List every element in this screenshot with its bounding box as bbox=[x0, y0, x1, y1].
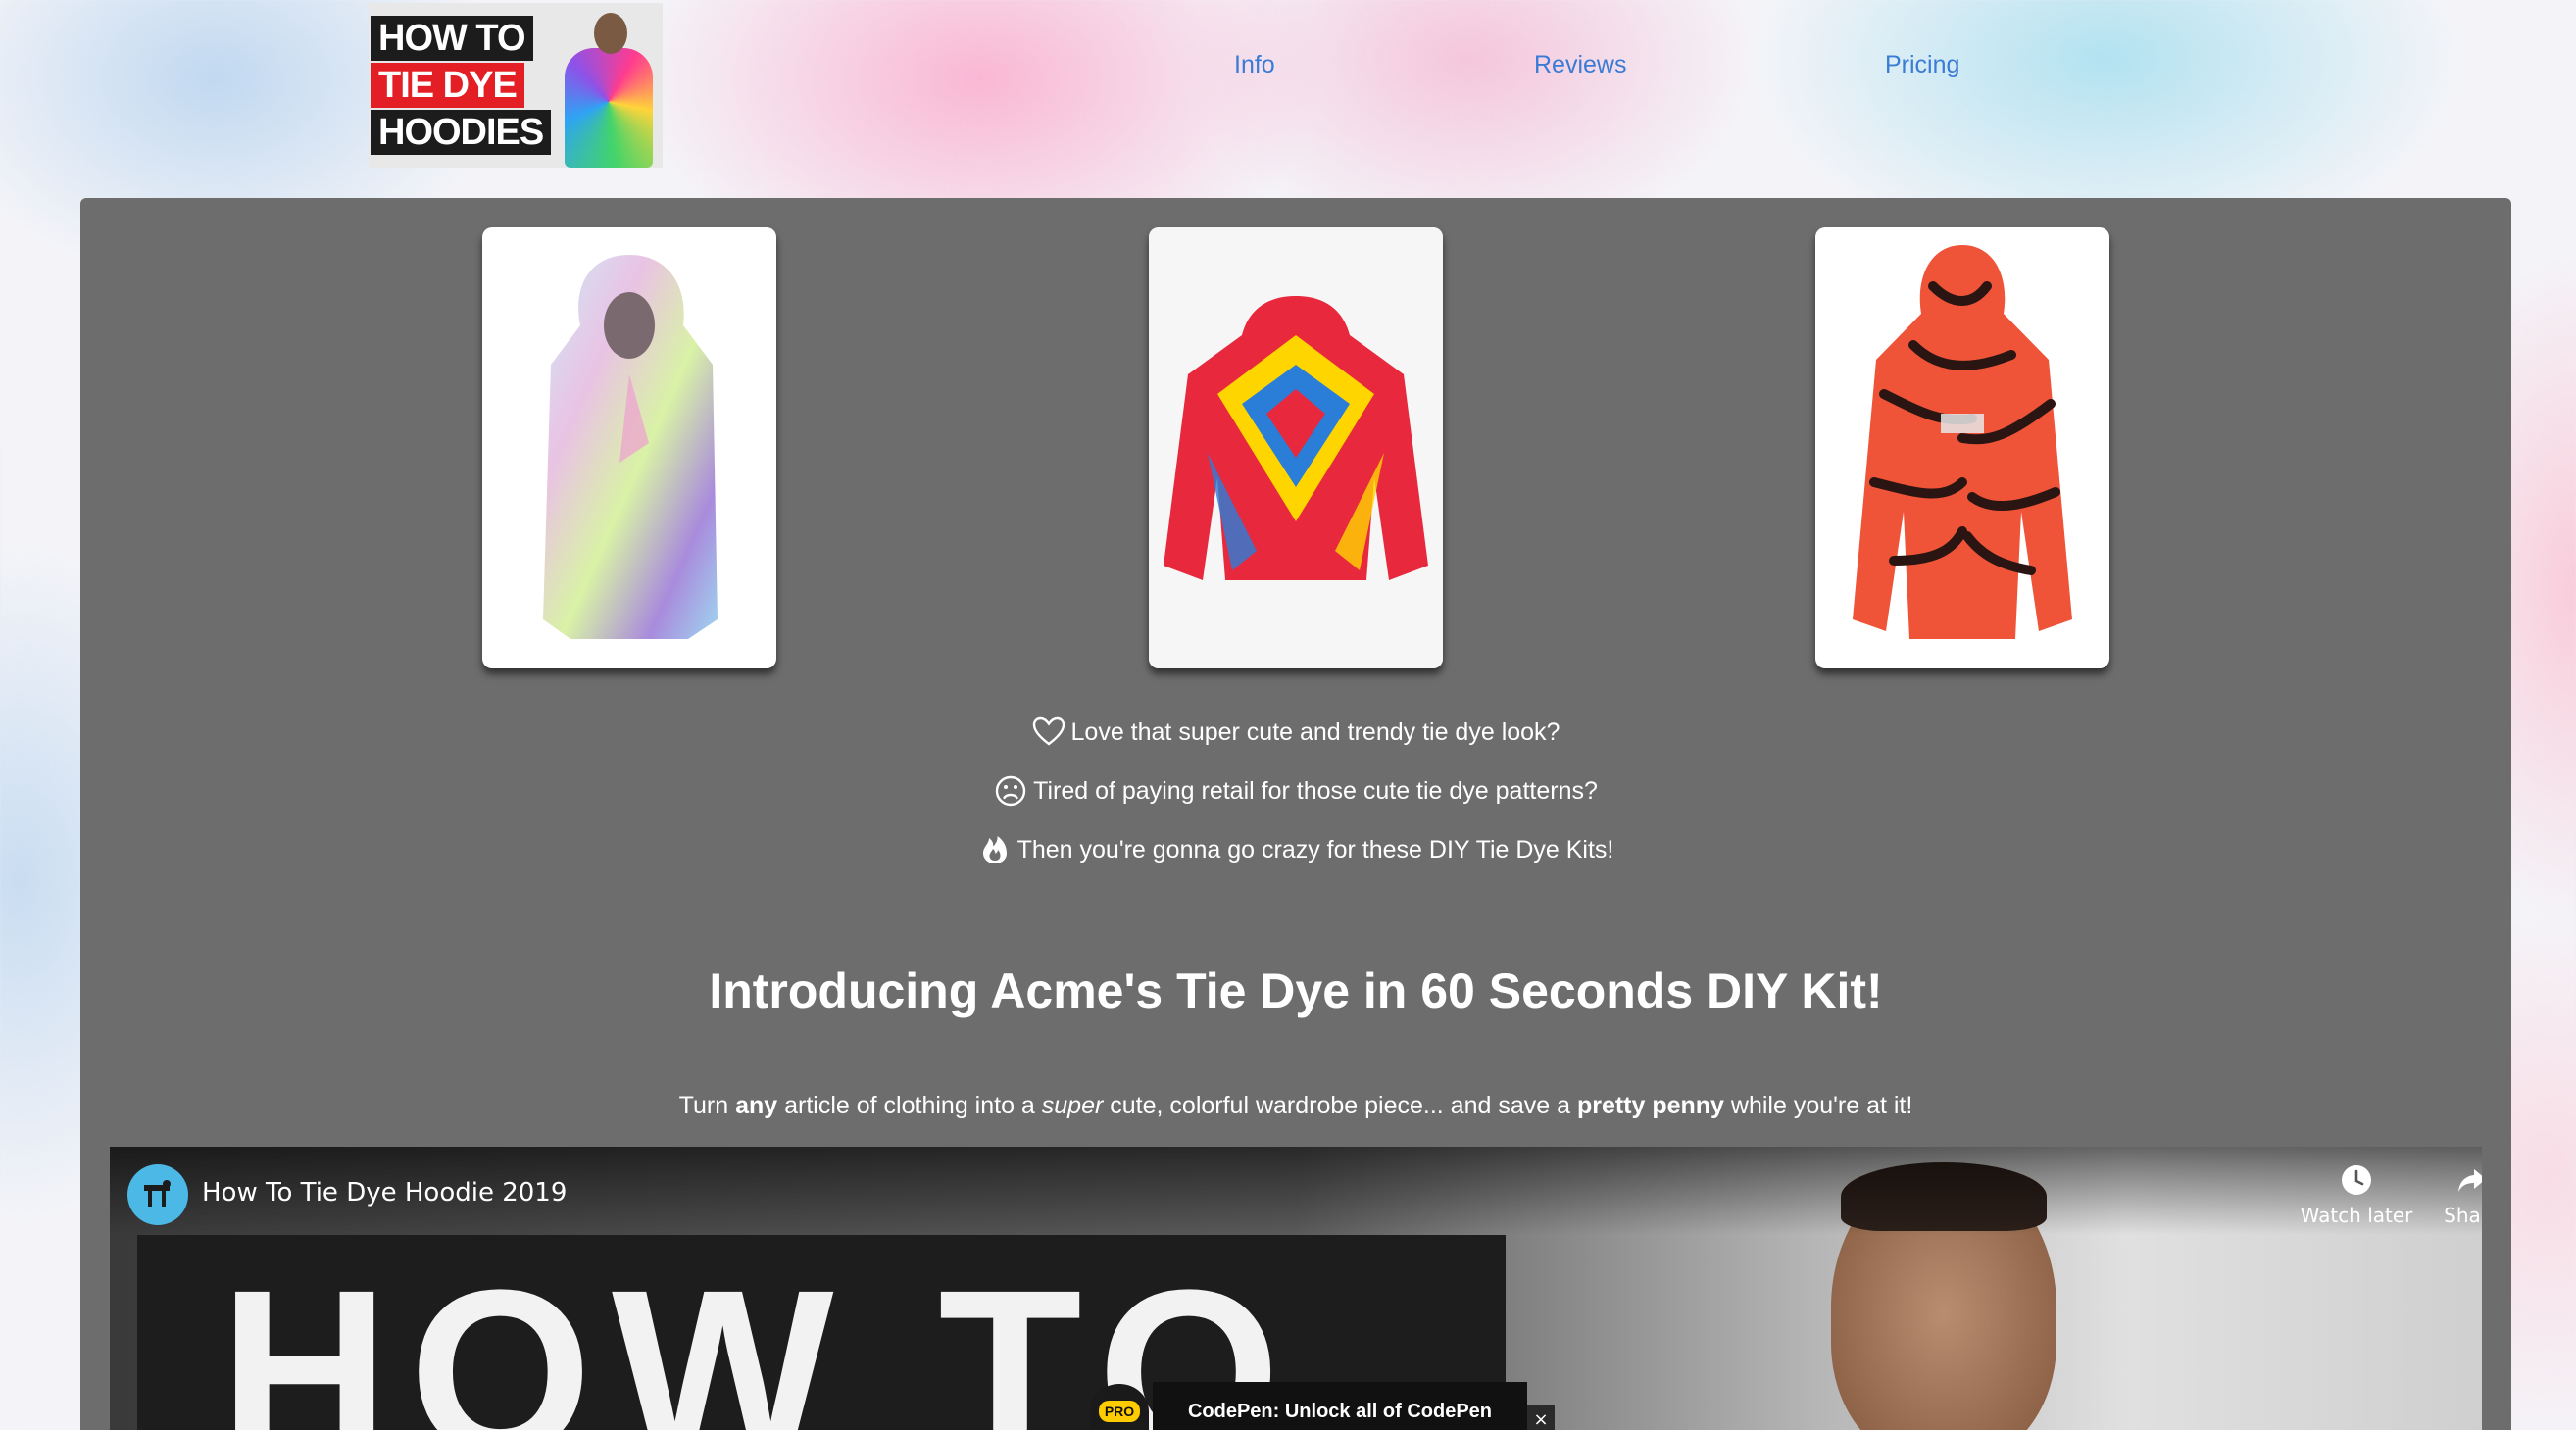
subline-text: while you're at it! bbox=[1723, 1092, 1913, 1119]
nav-link-info[interactable]: Info bbox=[1234, 51, 1275, 79]
subline-text: Turn bbox=[678, 1092, 736, 1119]
nav-link-pricing[interactable]: Pricing bbox=[1885, 51, 1959, 79]
logo-line: TIE DYE bbox=[371, 63, 524, 108]
feature-item: Tired of paying retail for those cute ti… bbox=[80, 774, 2511, 808]
headline: Introducing Acme's Tie Dye in 60 Seconds… bbox=[709, 963, 1883, 1018]
rainbow-tie-dye-hoodie-image bbox=[1149, 227, 1443, 668]
site-logo[interactable]: HOW TO TIE DYE HOODIES bbox=[369, 3, 663, 168]
feature-text: Then you're gonna go crazy for these DIY… bbox=[1016, 835, 1614, 863]
nav-link-reviews[interactable]: Reviews bbox=[1534, 51, 1626, 79]
video-title[interactable]: How To Tie Dye Hoodie 2019 bbox=[202, 1178, 567, 1208]
feature-item: Love that super cute and trendy tie dye … bbox=[80, 715, 2511, 749]
close-icon[interactable]: × bbox=[1527, 1405, 1555, 1430]
share-label: Share bbox=[2444, 1204, 2482, 1227]
channel-logo-icon bbox=[144, 1180, 171, 1207]
fire-icon bbox=[982, 836, 1007, 863]
pro-badge-label: PRO bbox=[1098, 1401, 1141, 1422]
codepen-pro-badge[interactable]: PRO bbox=[1090, 1384, 1149, 1430]
heart-icon bbox=[1032, 716, 1065, 746]
logo-model-image bbox=[551, 3, 663, 168]
subline-emphasis: any bbox=[735, 1092, 778, 1119]
red-black-tie-dye-hoodie-image bbox=[1853, 245, 2072, 639]
subline-text: article of clothing into a bbox=[777, 1092, 1042, 1119]
feature-item: Then you're gonna go crazy for these DIY… bbox=[80, 833, 2511, 866]
logo-text: HOW TO TIE DYE HOODIES bbox=[369, 3, 552, 168]
product-card-pastel[interactable] bbox=[482, 227, 776, 668]
codepen-banner[interactable]: CodePen: Unlock all of CodePen bbox=[1153, 1382, 1527, 1430]
channel-avatar[interactable] bbox=[127, 1164, 188, 1225]
main-panel: Love that super cute and trendy tie dye … bbox=[80, 198, 2511, 1430]
subline: Turn any article of clothing into a supe… bbox=[80, 1092, 2511, 1120]
subline-emphasis: pretty penny bbox=[1576, 1092, 1724, 1119]
logo-line: HOODIES bbox=[371, 110, 552, 155]
subline-emphasis: super bbox=[1041, 1092, 1104, 1119]
sad-face-icon bbox=[995, 775, 1026, 807]
product-card-red-black[interactable] bbox=[1815, 227, 2109, 668]
watch-later-label: Watch later bbox=[2300, 1204, 2413, 1227]
share-button[interactable]: Share bbox=[2403, 1162, 2482, 1227]
feature-text: Love that super cute and trendy tie dye … bbox=[1070, 717, 1560, 746]
clock-icon bbox=[2342, 1165, 2371, 1195]
product-card-rainbow[interactable] bbox=[1149, 227, 1443, 668]
feature-text: Tired of paying retail for those cute ti… bbox=[1033, 776, 1598, 805]
share-arrow-icon bbox=[2458, 1169, 2482, 1192]
subline-text: cute, colorful wardrobe piece... and sav… bbox=[1103, 1092, 1577, 1119]
logo-line: HOW TO bbox=[371, 16, 533, 61]
pastel-tie-dye-hoodie-image bbox=[543, 255, 718, 639]
